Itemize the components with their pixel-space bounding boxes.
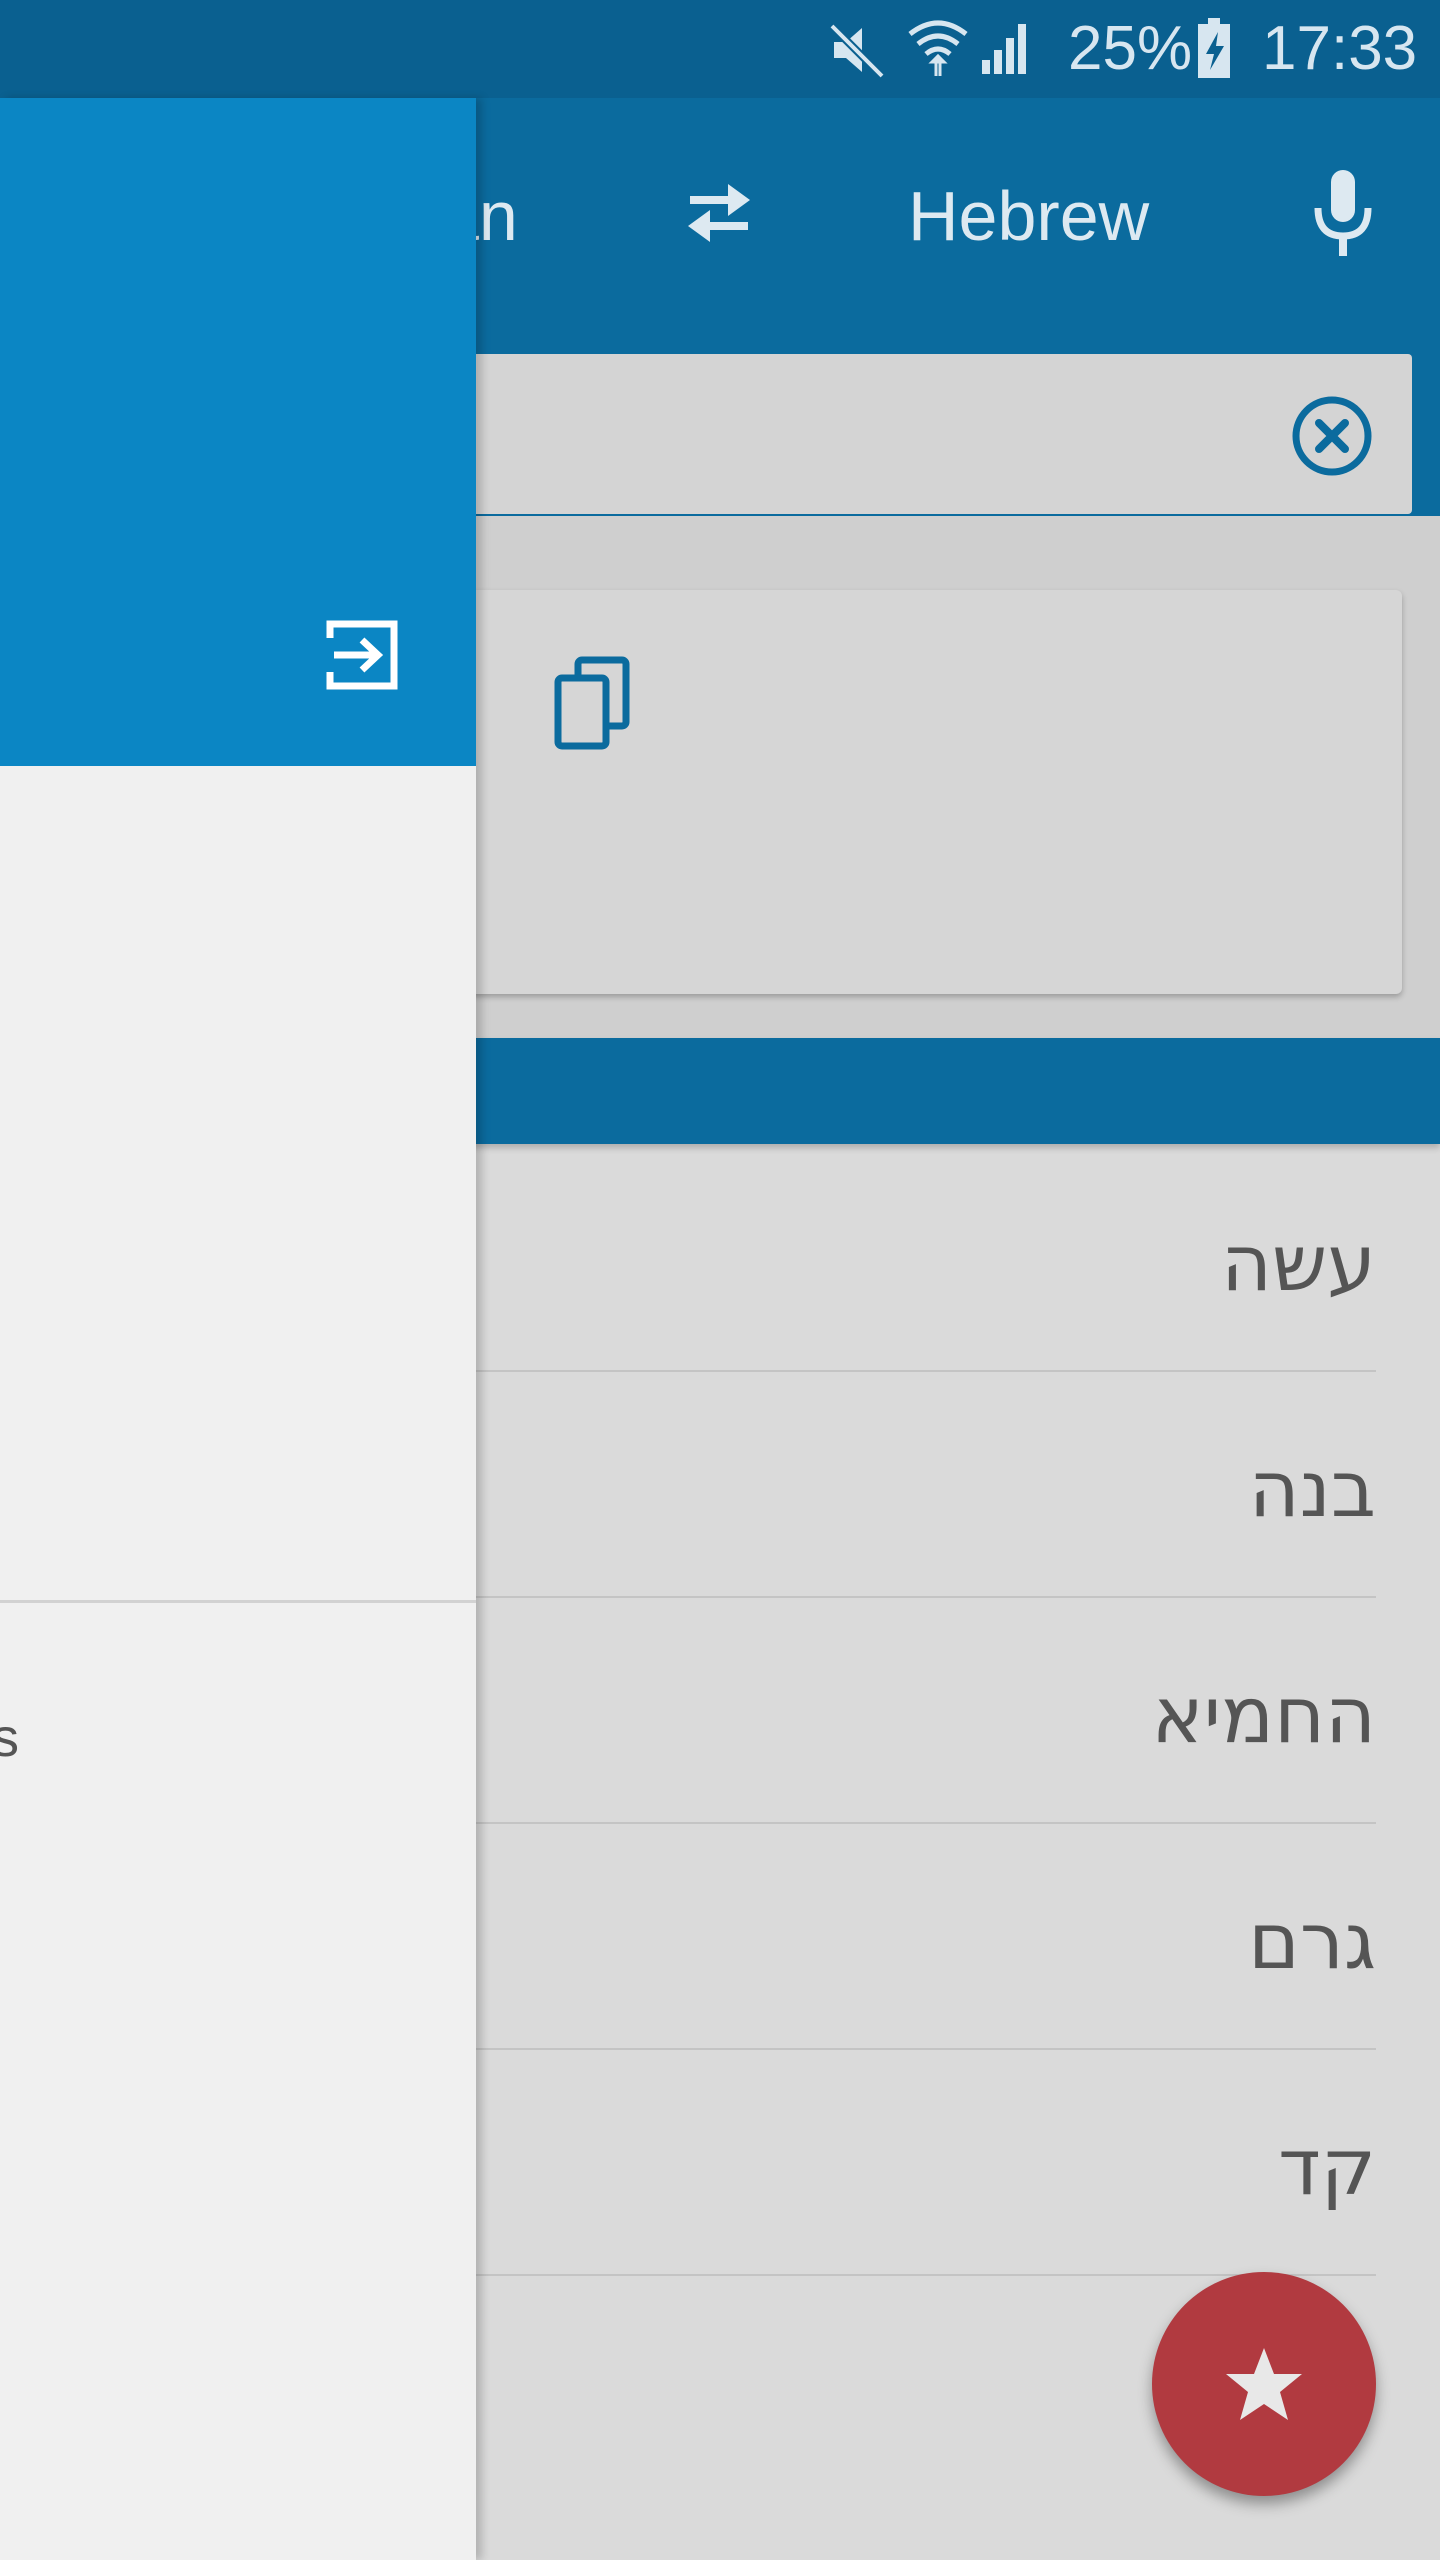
microphone-icon[interactable] [1310,168,1376,260]
list-item[interactable]: עשה [440,1146,1376,1372]
drawer-item-label[interactable]: s [0,1708,19,1768]
list-item[interactable]: גרם [440,1824,1376,2050]
signal-icon [982,24,1026,74]
suggestion-text: בנה [1248,1445,1376,1535]
suggestion-text: החמיא [1151,1671,1376,1761]
list-item[interactable]: קד [440,2050,1376,2276]
copy-icon[interactable] [552,656,634,752]
favorites-fab[interactable] [1152,2272,1376,2496]
suggestion-text: קד [1278,2123,1376,2213]
battery-percent: 25% [1068,14,1193,83]
suggestion-text: גרם [1248,1897,1376,1987]
list-item[interactable]: החמיא [440,1598,1376,1824]
battery-charging-icon [1198,18,1230,78]
drawer-divider [0,1600,476,1603]
list-item[interactable]: בנה [440,1372,1376,1598]
star-icon [1226,2348,1302,2420]
status-bar: 25% 17:33 [0,0,1440,98]
wifi-icon [908,20,968,76]
status-clock: 17:33 [1262,14,1418,83]
translation-result-card [430,590,1402,994]
navigation-drawer: s [0,98,476,2560]
target-language-selector[interactable]: Hebrew [908,176,1149,256]
login-icon[interactable] [326,618,400,692]
mute-icon [829,23,885,79]
suggestion-text: עשה [1220,1219,1376,1309]
drawer-header [0,98,476,766]
swap-languages-icon[interactable] [680,178,758,248]
clear-circle-icon[interactable] [1290,394,1374,478]
search-input[interactable] [470,354,1412,514]
